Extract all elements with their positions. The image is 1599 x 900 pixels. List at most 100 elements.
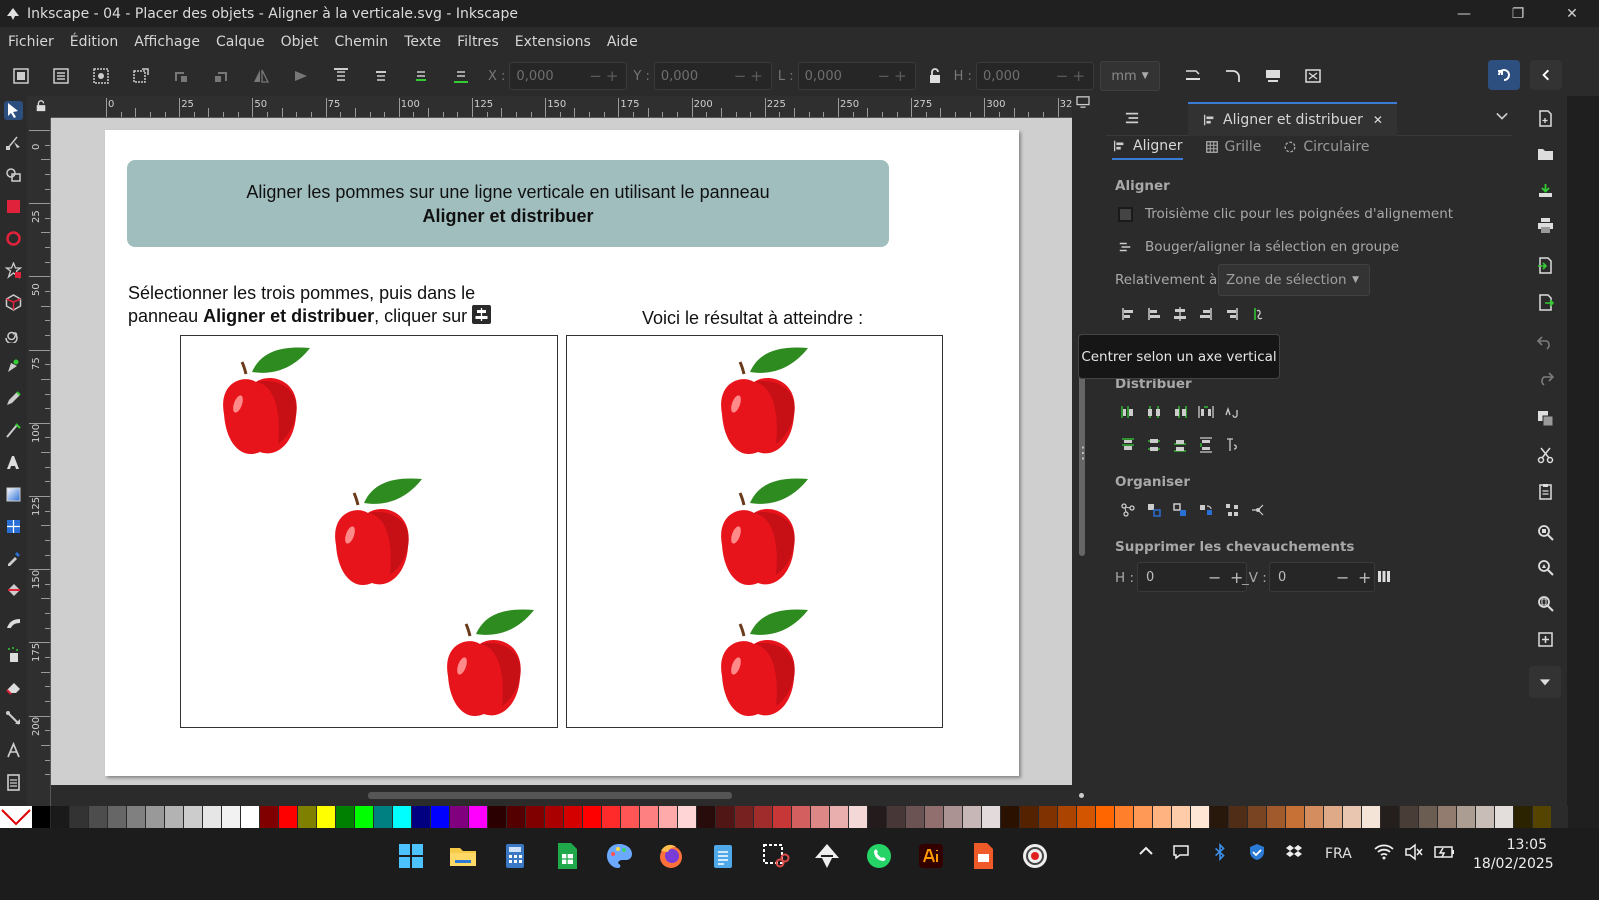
color-swatch[interactable] bbox=[1077, 806, 1096, 828]
color-swatch[interactable] bbox=[1305, 806, 1324, 828]
zoom-selection-button[interactable] bbox=[1535, 522, 1555, 542]
color-swatch[interactable] bbox=[944, 806, 963, 828]
canvas[interactable]: Aligner les pommes sur une ligne vertica… bbox=[51, 118, 1072, 806]
y-input[interactable]: 0,000 −+ bbox=[653, 62, 772, 90]
color-swatch[interactable] bbox=[982, 806, 1001, 828]
move-patterns-button[interactable] bbox=[1300, 63, 1326, 89]
horizontal-scrollbar-thumb[interactable] bbox=[368, 792, 732, 799]
export-button[interactable] bbox=[1535, 292, 1555, 312]
touch-select-button[interactable] bbox=[128, 63, 154, 89]
apple[interactable] bbox=[714, 606, 814, 726]
distribute-centers-h-button[interactable] bbox=[1144, 402, 1164, 422]
overlap-h-input[interactable]: 0 − + bbox=[1137, 562, 1247, 592]
height-input[interactable]: 0,000 −+ bbox=[975, 62, 1094, 90]
illustrator-taskbar[interactable] bbox=[915, 840, 947, 872]
cut-button[interactable] bbox=[1535, 445, 1555, 465]
color-swatch[interactable] bbox=[1096, 806, 1115, 828]
option-move-group[interactable]: Bouger/aligner la sélection en groupe bbox=[1118, 239, 1399, 255]
option-third-click[interactable]: Troisième clic pour les poignées d'align… bbox=[1118, 206, 1453, 222]
overlap-v-input[interactable]: 0 − + bbox=[1269, 562, 1375, 592]
menu-affichage[interactable]: Affichage bbox=[134, 34, 200, 50]
menu-objet[interactable]: Objet bbox=[281, 34, 319, 50]
new-document-button[interactable] bbox=[1535, 108, 1555, 128]
subtab-aligner[interactable]: Aligner bbox=[1112, 138, 1183, 160]
color-swatch[interactable] bbox=[1362, 806, 1381, 828]
zoom-page-button[interactable] bbox=[1535, 593, 1555, 613]
color-swatch[interactable] bbox=[1419, 806, 1438, 828]
undo-button[interactable] bbox=[1535, 331, 1555, 351]
color-swatch[interactable] bbox=[279, 806, 298, 828]
color-swatch[interactable] bbox=[1229, 806, 1248, 828]
apple[interactable] bbox=[216, 344, 316, 464]
color-swatch[interactable] bbox=[868, 806, 887, 828]
width-input[interactable]: 0,000 −+ bbox=[797, 62, 916, 90]
shape-builder-tool[interactable] bbox=[4, 165, 23, 184]
y-spin-buttons[interactable]: −+ bbox=[734, 67, 767, 85]
volume-muted-icon[interactable] bbox=[1404, 843, 1424, 865]
color-swatch[interactable] bbox=[811, 806, 830, 828]
color-swatch[interactable] bbox=[431, 806, 450, 828]
color-swatch[interactable] bbox=[963, 806, 982, 828]
x-spin-buttons[interactable]: −+ bbox=[589, 67, 622, 85]
deselect-button[interactable] bbox=[88, 63, 114, 89]
menu-fichier[interactable]: Fichier bbox=[8, 34, 54, 50]
color-swatch[interactable] bbox=[374, 806, 393, 828]
wifi-icon[interactable] bbox=[1374, 843, 1394, 865]
color-swatch[interactable] bbox=[678, 806, 697, 828]
color-swatch[interactable] bbox=[735, 806, 754, 828]
subtab-grille[interactable]: Grille bbox=[1205, 138, 1261, 160]
color-swatch[interactable] bbox=[355, 806, 374, 828]
color-swatch[interactable] bbox=[773, 806, 792, 828]
measure-tool[interactable] bbox=[4, 741, 23, 760]
bluetooth-icon[interactable] bbox=[1212, 842, 1228, 865]
align-left-edges-button[interactable] bbox=[1144, 304, 1164, 324]
color-swatch[interactable] bbox=[469, 806, 488, 828]
start-button[interactable] bbox=[395, 840, 427, 872]
raise-to-top-button[interactable] bbox=[328, 63, 354, 89]
star-tool[interactable] bbox=[4, 261, 23, 280]
color-swatch[interactable] bbox=[241, 806, 260, 828]
paint-app-taskbar[interactable] bbox=[603, 840, 635, 872]
color-swatch[interactable] bbox=[1210, 806, 1229, 828]
color-swatch[interactable] bbox=[1381, 806, 1400, 828]
menu-aide[interactable]: Aide bbox=[607, 34, 638, 50]
color-swatch[interactable] bbox=[317, 806, 336, 828]
close-tab-icon[interactable]: ✕ bbox=[1373, 113, 1383, 127]
color-swatch[interactable] bbox=[583, 806, 602, 828]
text-tool[interactable] bbox=[4, 453, 23, 472]
display-mode-icon[interactable] bbox=[1076, 96, 1092, 114]
color-swatch[interactable] bbox=[222, 806, 241, 828]
color-swatch[interactable] bbox=[203, 806, 222, 828]
exchange-clockwise-button[interactable] bbox=[1196, 500, 1216, 520]
spiral-tool[interactable] bbox=[4, 325, 23, 344]
color-swatch[interactable] bbox=[1020, 806, 1039, 828]
width-spin-buttons[interactable]: −+ bbox=[878, 67, 911, 85]
color-swatch[interactable] bbox=[716, 806, 735, 828]
notepad-taskbar[interactable] bbox=[707, 840, 739, 872]
menu-chemin[interactable]: Chemin bbox=[335, 34, 389, 50]
color-swatch[interactable] bbox=[1286, 806, 1305, 828]
minimize-button[interactable]: — bbox=[1437, 0, 1491, 27]
color-swatch[interactable] bbox=[127, 806, 146, 828]
menu-edition[interactable]: Édition bbox=[70, 34, 118, 50]
scale-corners-button[interactable] bbox=[1220, 63, 1246, 89]
clock[interactable]: 13:05 18/02/2025 bbox=[1473, 836, 1554, 874]
apple[interactable] bbox=[714, 475, 814, 595]
color-swatch[interactable] bbox=[1001, 806, 1020, 828]
redo-button[interactable] bbox=[1535, 367, 1555, 387]
inkscape-taskbar[interactable] bbox=[811, 840, 843, 872]
paste-button[interactable] bbox=[1535, 481, 1555, 501]
exchange-selection-order-button[interactable] bbox=[1144, 500, 1164, 520]
color-swatch[interactable] bbox=[1438, 806, 1457, 828]
color-swatch[interactable] bbox=[792, 806, 811, 828]
color-swatch[interactable] bbox=[1533, 806, 1552, 828]
paint-bucket-tool[interactable] bbox=[4, 581, 23, 600]
snap-popover-button[interactable] bbox=[1530, 60, 1562, 90]
color-swatch[interactable] bbox=[1039, 806, 1058, 828]
3d-box-tool[interactable] bbox=[4, 293, 23, 312]
color-swatch[interactable] bbox=[70, 806, 89, 828]
color-swatch[interactable] bbox=[51, 806, 70, 828]
dropper-tool[interactable] bbox=[4, 549, 23, 568]
distribute-baselines-h-button[interactable] bbox=[1222, 402, 1242, 422]
color-swatch[interactable] bbox=[659, 806, 678, 828]
